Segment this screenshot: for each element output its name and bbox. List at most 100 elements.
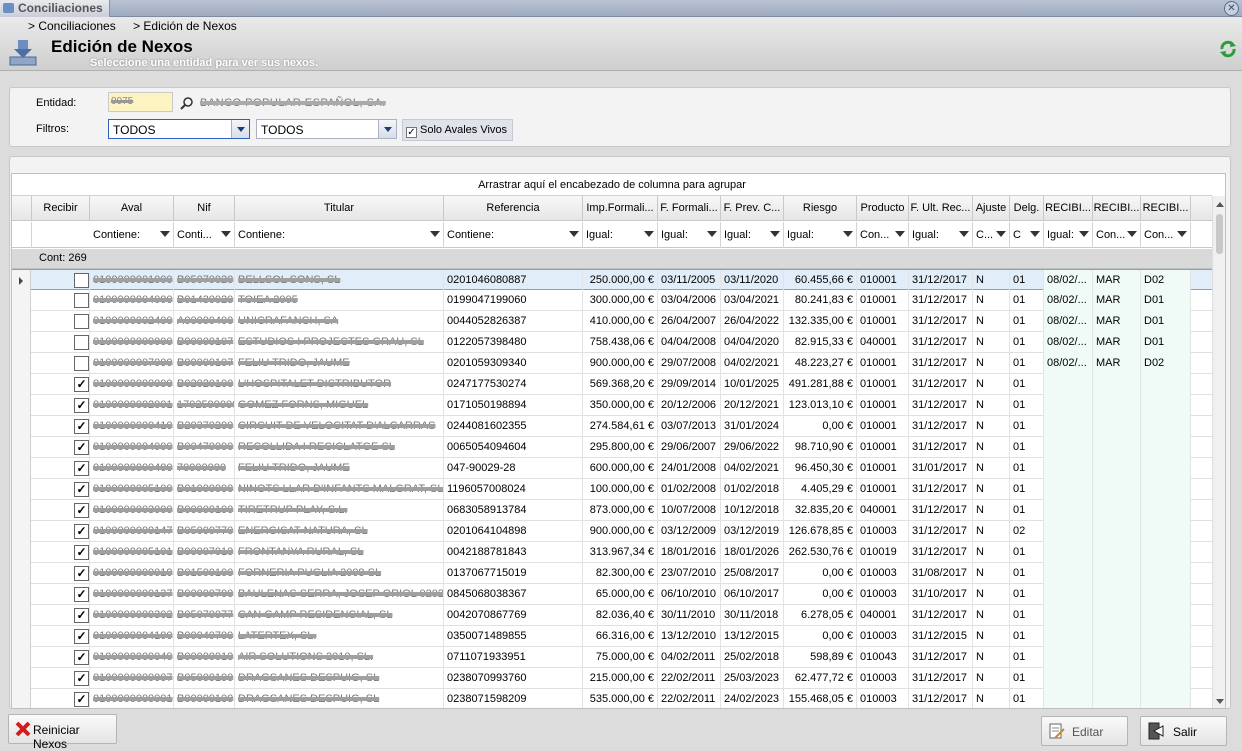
cell-nif[interactable]: B00007010	[174, 542, 235, 563]
row-indicator[interactable]	[12, 689, 31, 708]
cell-r1[interactable]	[1044, 374, 1093, 395]
cell-r3[interactable]	[1141, 479, 1191, 500]
cell-r1[interactable]	[1044, 542, 1093, 563]
cell-chk[interactable]: ✓	[32, 416, 90, 437]
table-row[interactable]: 0100000007000 B00000107 FELIU TRIDO, JAUME…	[12, 353, 1212, 374]
cell-delg[interactable]: 01	[1010, 458, 1044, 479]
cell-ref[interactable]: 0201059309340	[444, 353, 583, 374]
cell-delg[interactable]: 01	[1010, 500, 1044, 521]
cell-imp[interactable]: 758.438,06 €	[583, 332, 658, 353]
row-indicator[interactable]	[12, 437, 31, 458]
cell-r2[interactable]	[1093, 416, 1141, 437]
cell-chk[interactable]: ✓	[32, 626, 90, 647]
cell-riesgo[interactable]: 48.223,27 €	[784, 353, 857, 374]
chevron-down-icon[interactable]	[378, 120, 396, 138]
cell-nif[interactable]: B00000107	[174, 332, 235, 353]
cell-titular[interactable]: CIRCUIT DE VELOCITAT D'ALCARRAS	[235, 416, 444, 437]
cell-aval[interactable]: 0100000004100	[90, 626, 174, 647]
table-row[interactable]: ✓ 0100000000147 B05000770 ENERGISAT NATURA,…	[12, 521, 1212, 542]
cell-r3[interactable]: D02	[1141, 270, 1191, 291]
checkbox-icon[interactable]: ✓	[406, 127, 417, 138]
row-indicator[interactable]	[12, 542, 31, 563]
breadcrumb-item-conciliaciones[interactable]: > Conciliaciones	[28, 19, 116, 33]
filter-cell-ff[interactable]: Igual:	[658, 222, 721, 248]
cell-titular[interactable]: UNICRAFANCH, SA	[235, 311, 444, 332]
cell-imp[interactable]: 569.368,20 €	[583, 374, 658, 395]
editar-button[interactable]: Editar	[1041, 716, 1128, 746]
cell-ref[interactable]: 0845068038367	[444, 584, 583, 605]
cell-fu[interactable]: 31/12/2017	[909, 353, 973, 374]
cell-r3[interactable]	[1141, 416, 1191, 437]
cell-ff[interactable]: 03/07/2013	[658, 416, 721, 437]
cell-delg[interactable]: 01	[1010, 311, 1044, 332]
table-row[interactable]: ✓ 0100000000400 70000000 FELIU TRIDO, JAUME…	[12, 458, 1212, 479]
cell-delg[interactable]: 01	[1010, 395, 1044, 416]
cell-aj[interactable]: N	[973, 311, 1010, 332]
filter-operator[interactable]: Igual:	[586, 229, 613, 241]
column-header-fp[interactable]: F. Prev. C...	[721, 196, 784, 221]
cell-nif[interactable]: 70000000	[174, 458, 235, 479]
cell-ff[interactable]: 04/02/2011	[658, 647, 721, 668]
scroll-up-icon[interactable]	[1216, 202, 1224, 207]
cell-aj[interactable]: N	[973, 479, 1010, 500]
cell-prod[interactable]: 010003	[857, 584, 909, 605]
cell-chk[interactable]: ✓	[32, 374, 90, 395]
filter-funnel-icon[interactable]	[160, 231, 170, 237]
row-indicator[interactable]	[12, 521, 31, 542]
filter-operator[interactable]: C	[1013, 229, 1021, 241]
row-indicator[interactable]	[12, 479, 31, 500]
cell-riesgo[interactable]: 0,00 €	[784, 416, 857, 437]
cell-r1[interactable]	[1044, 584, 1093, 605]
cell-nif[interactable]: B00000100	[174, 689, 235, 708]
cell-r3[interactable]	[1141, 584, 1191, 605]
cell-chk[interactable]: ✓	[32, 689, 90, 708]
row-indicator[interactable]	[12, 374, 31, 395]
cell-r3[interactable]	[1141, 647, 1191, 668]
column-header-ref[interactable]: Referencia	[444, 196, 583, 221]
cell-fp[interactable]: 31/01/2024	[721, 416, 784, 437]
cell-r1[interactable]	[1044, 479, 1093, 500]
row-indicator[interactable]	[12, 332, 31, 353]
cell-ff[interactable]: 22/02/2011	[658, 689, 721, 708]
cell-chk[interactable]: ✓	[32, 395, 90, 416]
column-header-chk[interactable]: Recibir	[32, 196, 90, 221]
recibir-checkbox[interactable]: ✓	[74, 503, 89, 518]
cell-aval[interactable]: 0100000000137	[90, 584, 174, 605]
cell-riesgo[interactable]: 132.335,00 €	[784, 311, 857, 332]
cell-r1[interactable]	[1044, 437, 1093, 458]
cell-fu[interactable]: 31/12/2017	[909, 479, 973, 500]
cell-r2[interactable]: MAR	[1093, 290, 1141, 311]
cell-ff[interactable]: 13/12/2010	[658, 626, 721, 647]
cell-aj[interactable]: N	[973, 542, 1010, 563]
cell-riesgo[interactable]: 32.835,20 €	[784, 500, 857, 521]
cell-imp[interactable]: 410.000,00 €	[583, 311, 658, 332]
row-indicator[interactable]	[12, 416, 31, 437]
filter-cell-r3[interactable]: Con...	[1141, 222, 1191, 248]
cell-r2[interactable]	[1093, 437, 1141, 458]
cell-chk[interactable]: ✓	[32, 563, 90, 584]
filter-funnel-icon[interactable]	[1127, 231, 1137, 237]
cell-fu[interactable]: 31/12/2017	[909, 290, 973, 311]
filter-cell-r2[interactable]: Con...	[1093, 222, 1141, 248]
cell-ref[interactable]: 0350071489855	[444, 626, 583, 647]
cell-delg[interactable]: 01	[1010, 332, 1044, 353]
cell-nif[interactable]: B01430020	[174, 290, 235, 311]
cell-r3[interactable]	[1141, 521, 1191, 542]
cell-aval[interactable]: 0100000000010	[90, 563, 174, 584]
cell-titular[interactable]: DRAGSANES DESPUIG, SL	[235, 689, 444, 708]
recibir-checkbox[interactable]: ✓	[74, 461, 89, 476]
cell-ref[interactable]: 0042070867769	[444, 605, 583, 626]
cell-ref[interactable]: 0201046080887	[444, 270, 583, 291]
cell-nif[interactable]: B00040700	[174, 626, 235, 647]
cell-aj[interactable]: N	[973, 374, 1010, 395]
cell-fu[interactable]: 31/12/2017	[909, 605, 973, 626]
cell-aval[interactable]: 0100000000000	[90, 332, 174, 353]
cell-r1[interactable]	[1044, 395, 1093, 416]
cell-titular[interactable]: ENERGISAT NATURA, SL	[235, 521, 444, 542]
filter-cell-imp[interactable]: Igual:	[583, 222, 658, 248]
cell-chk[interactable]: ✓	[32, 500, 90, 521]
table-row[interactable]: ✓ 0100000000137 B00000700 BAULENAS SERRA, J…	[12, 584, 1212, 605]
cell-r3[interactable]	[1141, 563, 1191, 584]
cell-r3[interactable]	[1141, 500, 1191, 521]
table-row[interactable]: ✓ 0100000005100 B01000000 NINOTS LLAR D'INF…	[12, 479, 1212, 500]
